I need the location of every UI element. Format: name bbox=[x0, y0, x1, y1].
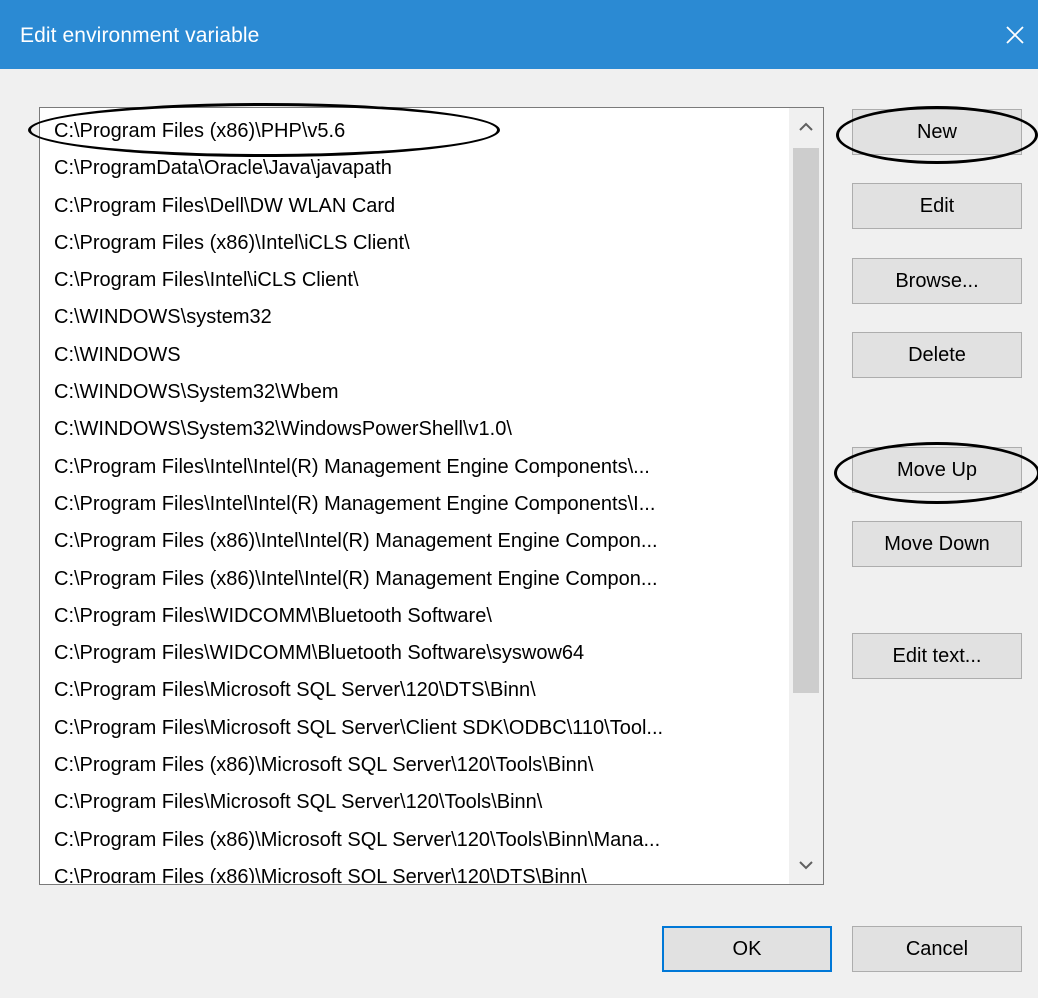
chevron-down-icon bbox=[799, 861, 813, 870]
path-list-item[interactable]: C:\Program Files\Microsoft SQL Server\12… bbox=[40, 672, 785, 709]
cancel-button[interactable]: Cancel bbox=[852, 926, 1022, 972]
path-list-item[interactable]: C:\Program Files\Microsoft SQL Server\Cl… bbox=[40, 710, 785, 747]
path-list-item[interactable]: C:\Program Files\Dell\DW WLAN Card bbox=[40, 188, 785, 225]
path-list-item[interactable]: C:\WINDOWS\System32\Wbem bbox=[40, 374, 785, 411]
path-list-item[interactable]: C:\Program Files\Intel\Intel(R) Manageme… bbox=[40, 449, 785, 486]
path-list-item[interactable]: C:\Program Files (x86)\Intel\iCLS Client… bbox=[40, 225, 785, 262]
path-list-item[interactable]: C:\Program Files\WIDCOMM\Bluetooth Softw… bbox=[40, 635, 785, 672]
path-list-item[interactable]: C:\Program Files (x86)\Intel\Intel(R) Ma… bbox=[40, 523, 785, 560]
path-list-item[interactable]: C:\Program Files (x86)\Microsoft SQL Ser… bbox=[40, 822, 785, 859]
path-list-item[interactable]: C:\WINDOWS\system32 bbox=[40, 299, 785, 336]
path-list-item[interactable]: C:\Program Files (x86)\PHP\v5.6 bbox=[40, 113, 785, 150]
scroll-up-button[interactable] bbox=[789, 110, 823, 144]
new-button[interactable]: New bbox=[852, 109, 1022, 155]
path-list-item[interactable]: C:\Program Files (x86)\Microsoft SQL Ser… bbox=[40, 859, 785, 883]
path-list[interactable]: C:\Program Files (x86)\PHP\v5.6 C:\Progra… bbox=[39, 107, 824, 885]
ok-button[interactable]: OK bbox=[662, 926, 832, 972]
window-title: Edit environment variable bbox=[20, 24, 260, 47]
path-list-item[interactable]: C:\Program Files\Intel\Intel(R) Manageme… bbox=[40, 486, 785, 523]
path-list-item[interactable]: C:\Program Files\Microsoft SQL Server\12… bbox=[40, 784, 785, 821]
vertical-scrollbar[interactable] bbox=[789, 108, 823, 884]
scroll-thumb[interactable] bbox=[793, 148, 819, 693]
path-list-rows: C:\Program Files (x86)\PHP\v5.6 C:\Progra… bbox=[40, 113, 785, 883]
move-down-button[interactable]: Move Down bbox=[852, 521, 1022, 567]
scroll-down-button[interactable] bbox=[789, 848, 823, 882]
path-list-item[interactable]: C:\WINDOWS\System32\WindowsPowerShell\v1… bbox=[40, 411, 785, 448]
delete-button[interactable]: Delete bbox=[852, 332, 1022, 378]
edit-button[interactable]: Edit bbox=[852, 183, 1022, 229]
path-list-item[interactable]: C:\ProgramData\Oracle\Java\javapath bbox=[40, 150, 785, 187]
path-list-item[interactable]: C:\Program Files (x86)\Intel\Intel(R) Ma… bbox=[40, 561, 785, 598]
close-icon bbox=[1006, 25, 1024, 44]
edit-text-button[interactable]: Edit text... bbox=[852, 633, 1022, 679]
path-list-item[interactable]: C:\Program Files\WIDCOMM\Bluetooth Softw… bbox=[40, 598, 785, 635]
path-list-item[interactable]: C:\Program Files\Intel\iCLS Client\ bbox=[40, 262, 785, 299]
move-up-button[interactable]: Move Up bbox=[852, 447, 1022, 493]
chevron-up-icon bbox=[799, 122, 813, 131]
browse-button[interactable]: Browse... bbox=[852, 258, 1022, 304]
title-bar: Edit environment variable bbox=[0, 0, 1038, 69]
path-list-item[interactable]: C:\Program Files (x86)\Microsoft SQL Ser… bbox=[40, 747, 785, 784]
path-list-item[interactable]: C:\WINDOWS bbox=[40, 337, 785, 374]
close-button[interactable] bbox=[992, 0, 1038, 69]
